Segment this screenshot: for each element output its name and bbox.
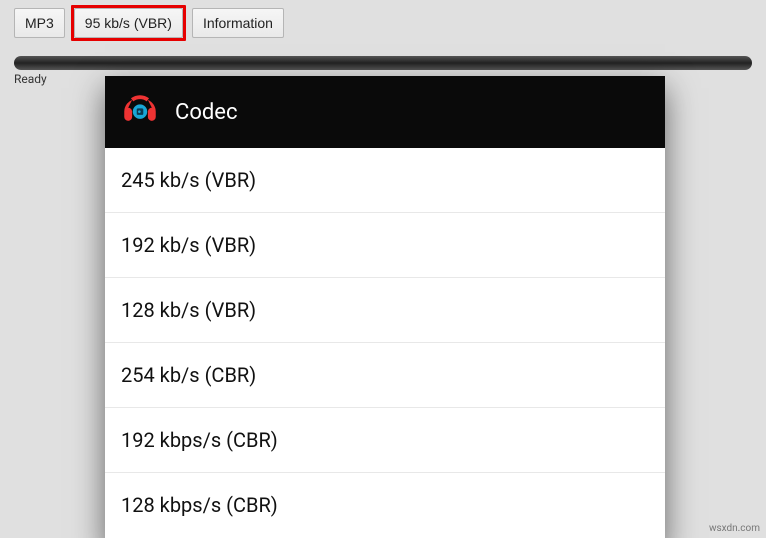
bitrate-button-highlight: 95 kb/s (VBR) — [71, 5, 186, 41]
watermark: wsxdn.com — [709, 523, 760, 534]
progress-bar — [14, 56, 752, 70]
codec-option[interactable]: 245 kb/s (VBR) — [105, 148, 665, 213]
dialog-title: Codec — [175, 100, 237, 125]
dialog-header: Codec — [105, 76, 665, 148]
codec-option[interactable]: 128 kb/s (VBR) — [105, 278, 665, 343]
codec-dialog: Codec 245 kb/s (VBR) 192 kb/s (VBR) 128 … — [105, 76, 665, 538]
codec-option[interactable]: 128 kbps/s (CBR) — [105, 473, 665, 538]
codec-option-list: 245 kb/s (VBR) 192 kb/s (VBR) 128 kb/s (… — [105, 148, 665, 538]
codec-option[interactable]: 192 kbps/s (CBR) — [105, 408, 665, 473]
bitrate-button[interactable]: 95 kb/s (VBR) — [74, 8, 183, 38]
codec-option[interactable]: 192 kb/s (VBR) — [105, 213, 665, 278]
toolbar: MP3 95 kb/s (VBR) Information — [0, 0, 766, 46]
information-button[interactable]: Information — [192, 8, 284, 38]
app-icon — [119, 88, 161, 136]
format-button[interactable]: MP3 — [14, 8, 65, 38]
codec-option[interactable]: 254 kb/s (CBR) — [105, 343, 665, 408]
